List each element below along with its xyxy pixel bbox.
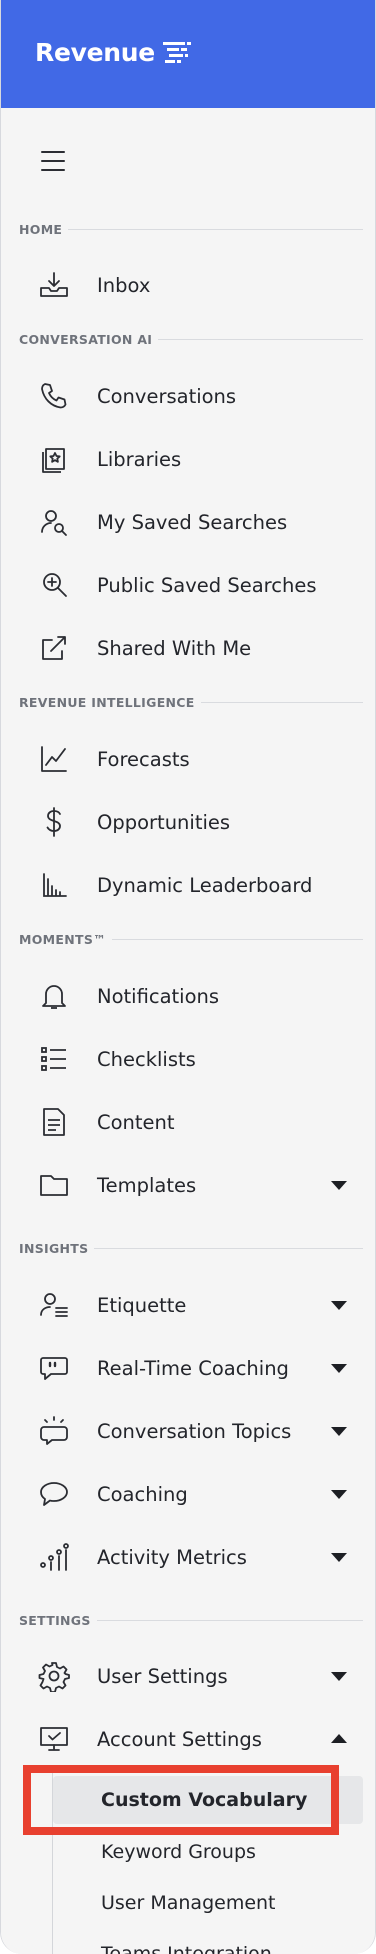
selection-highlight	[23, 1765, 339, 1835]
brand-name: Revenue	[35, 38, 155, 67]
section-moments: MOMENTS™	[19, 931, 363, 947]
sidebar-item-templates[interactable]: Templates	[1, 1160, 375, 1210]
sidebar-item-my-saved-searches[interactable]: My Saved Searches	[1, 497, 375, 547]
chevron-down-icon[interactable]	[329, 1424, 349, 1438]
submenu-item-teams-integration[interactable]: Teams Integration	[53, 1930, 363, 1954]
sidebar-item-conversations[interactable]: Conversations	[1, 371, 375, 421]
user-list-icon	[37, 1288, 71, 1322]
gear-icon	[37, 1659, 71, 1693]
share-icon	[37, 631, 71, 665]
sidebar-item-activity-metrics[interactable]: Activity Metrics	[1, 1532, 375, 1582]
bell-icon	[37, 979, 71, 1013]
sidebar-item-opportunities[interactable]: Opportunities	[1, 797, 375, 847]
sidebar-item-public-saved-searches[interactable]: Public Saved Searches	[1, 560, 375, 610]
zoom-in-icon	[37, 568, 71, 602]
chevron-up-icon[interactable]	[329, 1732, 349, 1746]
section-home: HOME	[19, 221, 363, 237]
quote-bubble-icon	[37, 1351, 71, 1385]
idea-bubble-icon	[37, 1414, 71, 1448]
chevron-down-icon[interactable]	[329, 1550, 349, 1564]
chart-line-icon	[37, 742, 71, 776]
sidebar-item-checklists[interactable]: Checklists	[1, 1034, 375, 1084]
metrics-icon	[37, 1540, 71, 1574]
leaderboard-icon	[37, 868, 71, 902]
sidebar-item-notifications[interactable]: Notifications	[1, 971, 375, 1021]
dollar-icon	[37, 805, 71, 839]
brand-logo[interactable]: Revenue	[35, 38, 193, 67]
chevron-down-icon[interactable]	[329, 1361, 349, 1375]
phone-icon	[37, 379, 71, 413]
section-settings: SETTINGS	[19, 1612, 363, 1628]
app-header: Revenue	[1, 0, 375, 108]
sidebar-item-account-settings[interactable]: Account Settings	[1, 1714, 375, 1764]
folder-icon	[37, 1168, 71, 1202]
chevron-down-icon[interactable]	[329, 1669, 349, 1683]
sidebar-item-libraries[interactable]: Libraries	[1, 434, 375, 484]
chevron-down-icon[interactable]	[329, 1298, 349, 1312]
chevron-down-icon[interactable]	[329, 1178, 349, 1192]
sidebar-item-user-settings[interactable]: User Settings	[1, 1651, 375, 1701]
sidebar-item-real-time-coaching[interactable]: Real-Time Coaching	[1, 1343, 375, 1393]
sidebar-item-conversation-topics[interactable]: Conversation Topics	[1, 1406, 375, 1456]
inbox-icon	[37, 268, 71, 302]
document-icon	[37, 1105, 71, 1139]
chevron-down-icon[interactable]	[329, 1487, 349, 1501]
sidebar-item-forecasts[interactable]: Forecasts	[1, 734, 375, 784]
brand-mark-icon	[162, 41, 191, 63]
sidebar-item-dynamic-leaderboard[interactable]: Dynamic Leaderboard	[1, 860, 375, 910]
submenu-item-user-management[interactable]: User Management	[53, 1879, 363, 1927]
hamburger-icon[interactable]	[41, 151, 65, 171]
library-icon	[37, 442, 71, 476]
chat-bubble-icon	[37, 1477, 71, 1511]
sidebar-item-inbox[interactable]: Inbox	[1, 260, 375, 310]
submenu-item-keyword-groups[interactable]: Keyword Groups	[53, 1828, 363, 1876]
list-icon	[37, 1042, 71, 1076]
monitor-check-icon	[37, 1722, 71, 1756]
section-conversation-ai: CONVERSATION AI	[19, 331, 363, 347]
user-search-icon	[37, 505, 71, 539]
sidebar-item-content[interactable]: Content	[1, 1097, 375, 1147]
sidebar-item-shared-with-me[interactable]: Shared With Me	[1, 623, 375, 673]
sidebar-item-coaching[interactable]: Coaching	[1, 1469, 375, 1519]
section-revenue-intelligence: REVENUE INTELLIGENCE	[19, 694, 363, 710]
sidebar-item-etiquette[interactable]: Etiquette	[1, 1280, 375, 1330]
section-insights: INSIGHTS	[19, 1240, 363, 1256]
app-frame: Revenue HOME Inbox CONVERSATION AI Conve…	[0, 0, 376, 1954]
